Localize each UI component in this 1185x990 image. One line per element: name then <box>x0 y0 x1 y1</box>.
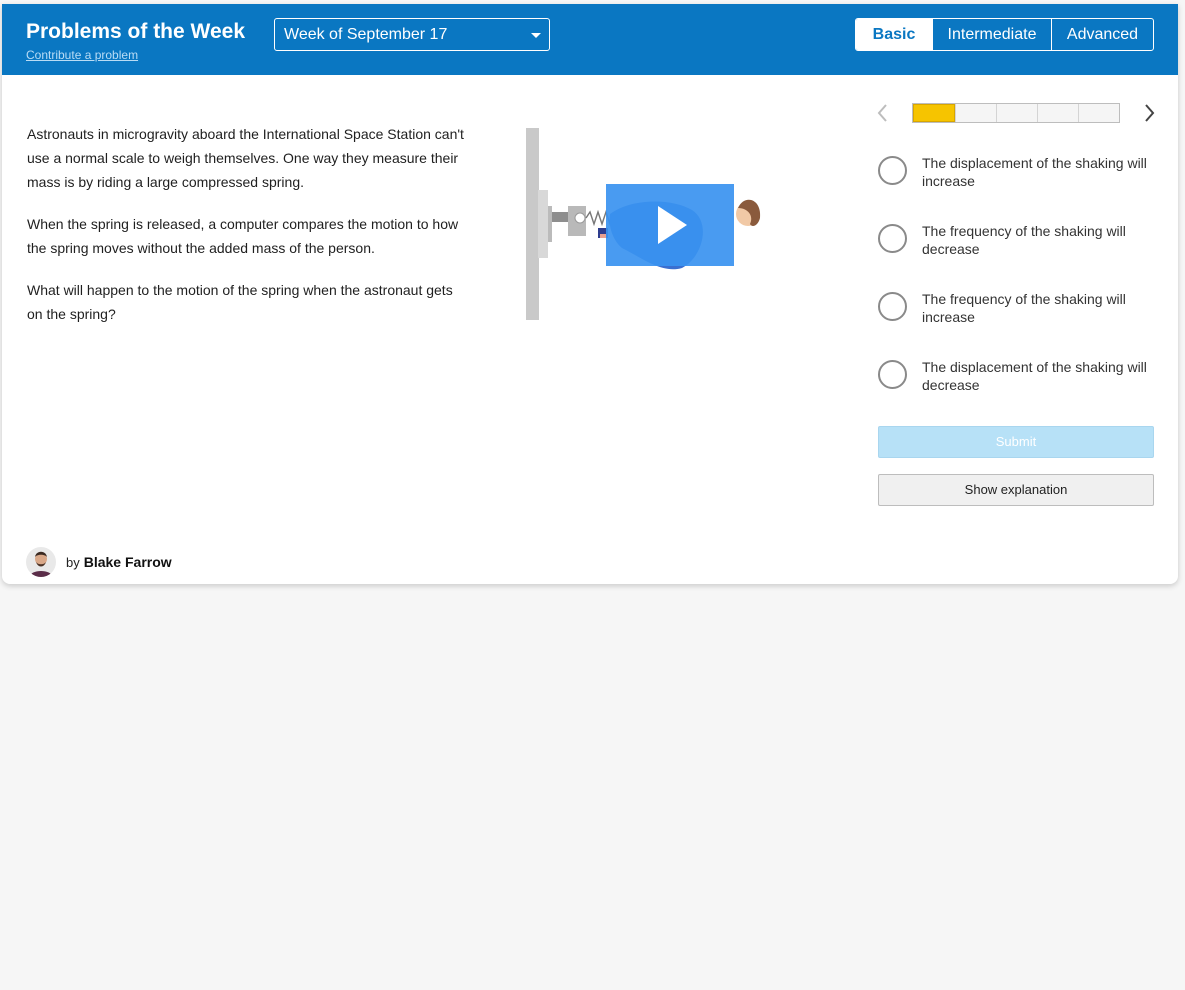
problem-card: Problems of the Week Contribute a proble… <box>2 4 1178 584</box>
video-play-button[interactable] <box>606 184 734 266</box>
problem-paragraph: Astronauts in microgravity aboard the In… <box>27 126 464 190</box>
progress-segment-current[interactable] <box>913 104 955 122</box>
submit-button[interactable]: Submit <box>878 426 1154 458</box>
answer-option[interactable]: The displacement of the shaking will dec… <box>878 358 1158 408</box>
radio-button[interactable] <box>878 360 907 389</box>
answer-option[interactable]: The frequency of the shaking will increa… <box>878 290 1158 340</box>
week-dropdown-value: Week of September 17 <box>284 26 448 43</box>
progress-bar <box>912 103 1120 123</box>
tab-intermediate[interactable]: Intermediate <box>932 19 1051 50</box>
answer-option-label: The displacement of the shaking will inc… <box>922 155 1147 189</box>
answer-option-label: The displacement of the shaking will dec… <box>922 359 1147 393</box>
problem-paragraph: When the spring is released, a computer … <box>27 216 459 256</box>
problem-question: What will happen to the motion of the sp… <box>27 282 453 322</box>
progress-segment[interactable] <box>1078 104 1119 122</box>
answer-option-label: The frequency of the shaking will increa… <box>922 291 1126 325</box>
chevron-right-icon[interactable] <box>1140 102 1158 124</box>
tab-basic[interactable]: Basic <box>856 19 932 50</box>
answer-option-label: The frequency of the shaking will decrea… <box>922 223 1126 257</box>
author-credit: by Blake Farrow <box>26 546 172 578</box>
header-bar: Problems of the Week Contribute a proble… <box>2 4 1178 75</box>
answer-option[interactable]: The displacement of the shaking will inc… <box>878 154 1158 204</box>
contribute-link[interactable]: Contribute a problem <box>26 48 138 62</box>
radio-button[interactable] <box>878 292 907 321</box>
radio-button[interactable] <box>878 156 907 185</box>
week-dropdown[interactable]: Week of September 17 <box>274 18 550 51</box>
tab-advanced[interactable]: Advanced <box>1051 19 1153 50</box>
chevron-down-icon <box>531 33 541 38</box>
page-title: Problems of the Week <box>26 20 246 43</box>
problem-text: Astronauts in microgravity aboard the In… <box>27 122 467 344</box>
play-icon <box>658 206 687 244</box>
level-tabs: Basic Intermediate Advanced <box>855 18 1154 51</box>
chevron-left-icon[interactable] <box>874 102 892 124</box>
progress-segment[interactable] <box>1037 104 1078 122</box>
show-explanation-button[interactable]: Show explanation <box>878 474 1154 506</box>
author-name[interactable]: Blake Farrow <box>84 554 172 570</box>
progress-segment[interactable] <box>996 104 1037 122</box>
radio-button[interactable] <box>878 224 907 253</box>
answer-option[interactable]: The frequency of the shaking will decrea… <box>878 222 1158 272</box>
author-by-label: by <box>66 554 80 570</box>
wall-plate <box>526 128 539 320</box>
progress-segment[interactable] <box>955 104 996 122</box>
avatar <box>26 547 56 577</box>
